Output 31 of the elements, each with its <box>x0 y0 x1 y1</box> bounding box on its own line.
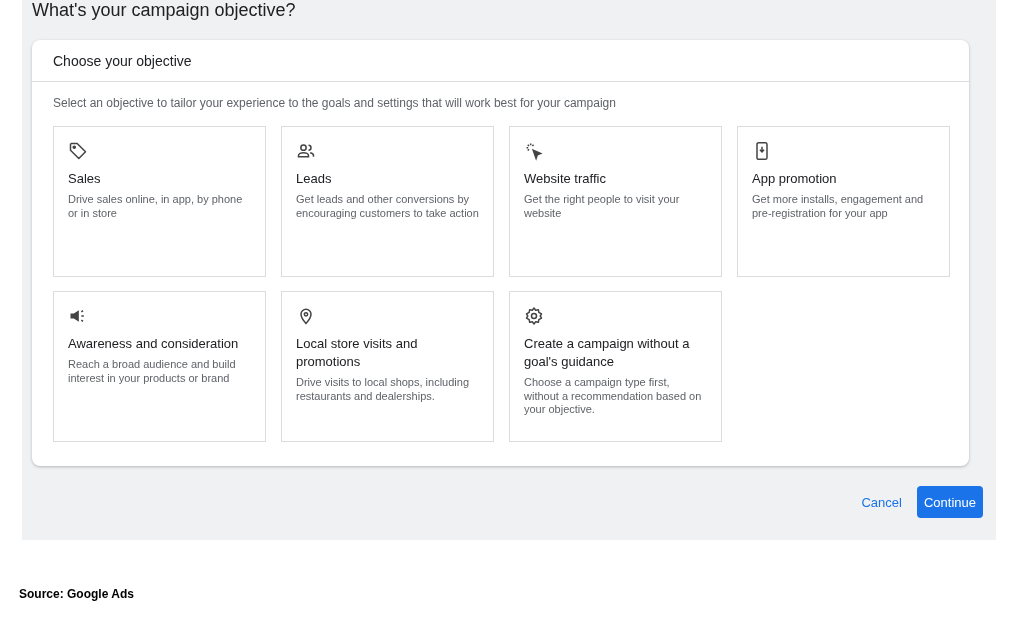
objective-tile[interactable]: Create a campaign without a goal's guidance Choose a campaign type first, without a recommendation based on your objective. <box>509 291 722 442</box>
objective-tile[interactable]: App promotion Get more installs, engagement and pre-registration for your app <box>737 126 950 277</box>
page-title: What's your campaign objective? <box>32 0 297 22</box>
objective-description: Get the right people to visit your website <box>524 193 681 220</box>
objective-tile[interactable]: Website traffic Get the right people to visit your website <box>509 126 722 277</box>
continue-button[interactable]: Continue <box>916 486 983 518</box>
objective-tile[interactable]: Leads Get leads and other conversions by encouraging customers to take action <box>281 126 494 277</box>
objective-description: Choose a campaign type first, without a recommendation based on your objective. <box>524 376 703 417</box>
settings-icon <box>524 306 544 326</box>
source-caption: Source: Google Ads <box>19 587 135 601</box>
objective-title: App promotion <box>752 170 838 188</box>
objective-description: Drive sales online, in app, by phone or in store <box>68 193 244 220</box>
cancel-button[interactable]: Cancel <box>854 486 909 518</box>
intro-text: Select an objective to tailor your experience to the goals and settings that will work best for your campaign <box>53 96 617 110</box>
cursor-click-icon <box>524 141 544 161</box>
objective-title: Awareness and consideration <box>68 335 240 353</box>
objective-tile[interactable]: Awareness and consideration Reach a broad audience and build interest in your products or brand <box>53 291 266 442</box>
objective-description: Reach a broad audience and build interest in your products or brand <box>68 358 237 385</box>
objective-description: Get more installs, engagement and pre-registration for your app <box>752 193 925 220</box>
people-icon <box>296 141 316 161</box>
tag-icon <box>68 141 88 161</box>
objective-tile[interactable]: Local store visits and promotions Drive visits to local shops, including restaurants and dealerships. <box>281 291 494 442</box>
objective-title: Local store visits and promotions <box>296 335 419 371</box>
objective-title: Create a campaign without a goal's guidance <box>524 335 691 371</box>
objective-description: Drive visits to local shops, including restaurants and dealerships. <box>296 376 471 403</box>
objective-title: Sales <box>68 170 102 188</box>
objective-tile[interactable]: Sales Drive sales online, in app, by phone or in store <box>53 126 266 277</box>
objective-title: Website traffic <box>524 170 607 188</box>
objective-title: Leads <box>296 170 333 188</box>
objective-description: Get leads and other conversions by encouraging customers to take action <box>296 193 479 220</box>
card-title: Choose your objective <box>53 52 192 69</box>
